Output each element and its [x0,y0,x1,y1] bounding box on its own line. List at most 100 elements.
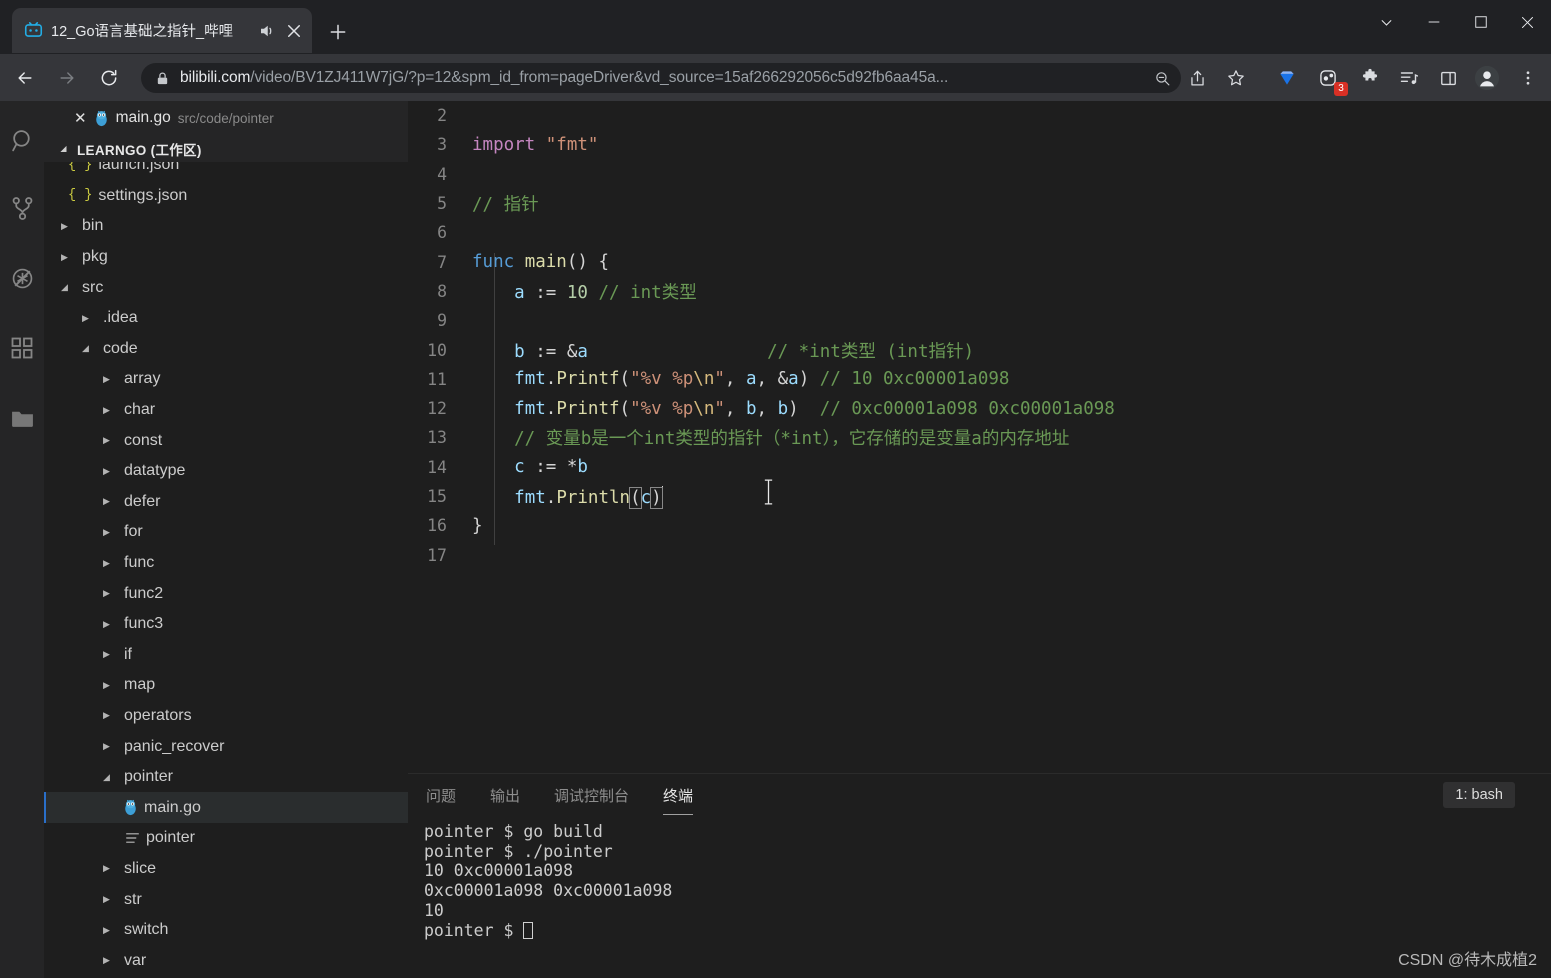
chevron-closed-icon[interactable]: ▶ [58,221,71,232]
file-tree-item-selected[interactable]: main.go [44,792,408,824]
file-tree-item[interactable]: ▶ bin [44,211,408,242]
line-number: 4 [437,164,447,184]
file-tree-item-label: for [124,523,143,541]
line-content: // 变量b是一个int类型的指针（*int），它存储的是变量a的内存地址 [472,429,1070,450]
chevron-closed-icon[interactable]: ▶ [100,405,113,416]
chevron-closed-icon[interactable]: ▶ [100,527,113,538]
chevron-closed-icon[interactable]: ▶ [100,649,113,660]
chevron-open-icon[interactable]: ◢ [100,772,113,783]
chevron-closed-icon[interactable]: ▶ [100,955,113,966]
chevron-closed-icon[interactable]: ▶ [100,925,113,936]
file-tree-item-label: func [124,554,155,572]
chevron-closed-icon[interactable]: ▶ [100,496,113,507]
line-number: 8 [437,281,447,301]
activity-explorer-folder-icon[interactable] [0,383,44,453]
file-tree-item[interactable]: { } settings.json [44,181,408,212]
file-tree-item[interactable]: ▶ operators [44,701,408,732]
chevron-open-icon[interactable]: ◢ [79,343,92,354]
window-minimize-icon[interactable] [1410,0,1457,44]
code-line: 10 b := &a // *int类型 (int指针) [408,335,1551,364]
chevron-closed-icon[interactable]: ▶ [58,252,71,263]
chevron-closed-icon[interactable]: ▶ [100,863,113,874]
chevron-closed-icon[interactable]: ▶ [100,894,113,905]
file-tree-item[interactable]: ▶ var [44,945,408,976]
file-tree-item[interactable]: ▶ pkg [44,242,408,273]
terminal-output[interactable]: pointer $ go build pointer $ ./pointer 1… [424,822,1551,978]
editor-tab-main-go[interactable]: ✕ main.go src/code/pointer [44,101,408,135]
chevron-closed-icon[interactable]: ▶ [79,313,92,324]
file-tree-item-label: datatype [124,462,186,480]
file-tree-item[interactable]: ▶ .idea [44,303,408,334]
activity-search-icon[interactable] [0,107,44,173]
file-tree-item[interactable]: ▶ datatype [44,456,408,487]
file-tree-item[interactable]: ▶ switch [44,915,408,946]
chevron-closed-icon[interactable]: ▶ [100,435,113,446]
new-tab-button[interactable] [322,16,354,48]
file-tree-item[interactable]: ◢ code [44,334,408,365]
file-tree-item[interactable]: ▶ map [44,670,408,701]
bookmark-star-icon[interactable] [1221,63,1251,93]
code-line: 11 fmt.Printf("%v %p\n", a, &a) // 10 0x… [408,365,1551,394]
line-content: fmt.Printf("%v %p\n", b, b) // 0xc00001a… [514,398,1115,419]
file-tree-item[interactable]: ▶ func2 [44,578,408,609]
file-tree-item-label: code [103,339,138,357]
address-bar[interactable]: bilibili.com/video/BV1ZJ411W7jG/?p=12&sp… [141,63,1181,93]
file-tree-item[interactable]: ▶ array [44,364,408,395]
file-tree-item[interactable]: ▶ if [44,640,408,671]
chevron-closed-icon[interactable]: ▶ [100,558,113,569]
panel-tab-debug-console[interactable]: 调试控制台 [552,775,631,815]
share-icon[interactable] [1182,63,1212,93]
file-tree-item[interactable]: ▶ slice [44,854,408,885]
chevron-closed-icon[interactable]: ▶ [100,619,113,630]
go-gopher-icon [94,110,109,127]
file-tree-item[interactable]: ▶ func [44,548,408,579]
chevron-closed-icon[interactable]: ▶ [100,710,113,721]
file-tree-item[interactable]: ▶ str [44,884,408,915]
extension-badge-icon[interactable]: 3 [1313,63,1348,96]
panel-tab-output[interactable]: 输出 [488,775,522,815]
activity-run-debug-disabled-icon[interactable] [0,243,44,313]
chevron-closed-icon[interactable]: ▶ [100,588,113,599]
back-button[interactable] [8,61,42,95]
tab-close-icon[interactable] [284,21,304,41]
file-tree-item[interactable]: ▶ panic_recover [44,731,408,762]
forward-button[interactable] [50,61,84,95]
editor-tab-close-icon[interactable]: ✕ [74,111,87,126]
file-tree-item[interactable]: pointer [44,823,408,854]
file-tree-item[interactable]: ▶ defer [44,487,408,518]
side-panel-icon[interactable] [1433,63,1463,93]
chevron-closed-icon[interactable]: ▶ [100,374,113,385]
puzzle-extensions-icon[interactable] [1355,63,1385,93]
zoom-out-icon[interactable] [1149,65,1175,91]
line-number: 7 [437,252,447,272]
terminal-shell-selector[interactable]: 1: bash [1443,782,1515,808]
chevron-closed-icon[interactable]: ▶ [100,741,113,752]
code-line: 6 [408,218,1551,247]
diamond-extension-icon[interactable] [1272,63,1302,93]
profile-avatar-icon[interactable] [1472,63,1502,93]
chevron-open-icon[interactable]: ◢ [58,282,71,293]
browser-tab[interactable]: 12_Go语言基础之指针_哔哩 [12,8,312,53]
file-tree-item[interactable]: ▶ char [44,395,408,426]
file-tree-item[interactable]: ◢ pointer [44,762,408,793]
media-playlist-icon[interactable] [1394,63,1424,93]
file-tree-item[interactable]: ▶ for [44,517,408,548]
panel-tab-terminal[interactable]: 终端 [661,775,695,815]
window-maximize-icon[interactable] [1457,0,1504,44]
panel-tab-problems[interactable]: 问题 [424,775,458,815]
chevron-closed-icon[interactable]: ▶ [100,466,113,477]
chevron-closed-icon[interactable]: ▶ [100,680,113,691]
speaker-playing-icon[interactable] [258,22,276,40]
tab-search-chevron-down-icon[interactable] [1363,0,1410,44]
file-tree-item[interactable]: ▶ func3 [44,609,408,640]
browser-tab-title: 12_Go语言基础之指针_哔哩 [51,24,234,40]
file-tree-item[interactable]: ◢ src [44,272,408,303]
file-tree-item[interactable]: ▶ const [44,425,408,456]
code-editor[interactable]: 2 3 import "fmt" 4 5 // 指针 6 7 func main… [408,101,1551,773]
activity-source-control-icon[interactable] [0,173,44,243]
window-close-icon[interactable] [1504,0,1551,44]
reload-button[interactable] [92,61,126,95]
browser-menu-icon[interactable] [1513,63,1543,93]
workspace-header[interactable]: ◢ LEARNGO (工作区) [44,135,408,162]
activity-extensions-icon[interactable] [0,313,44,383]
